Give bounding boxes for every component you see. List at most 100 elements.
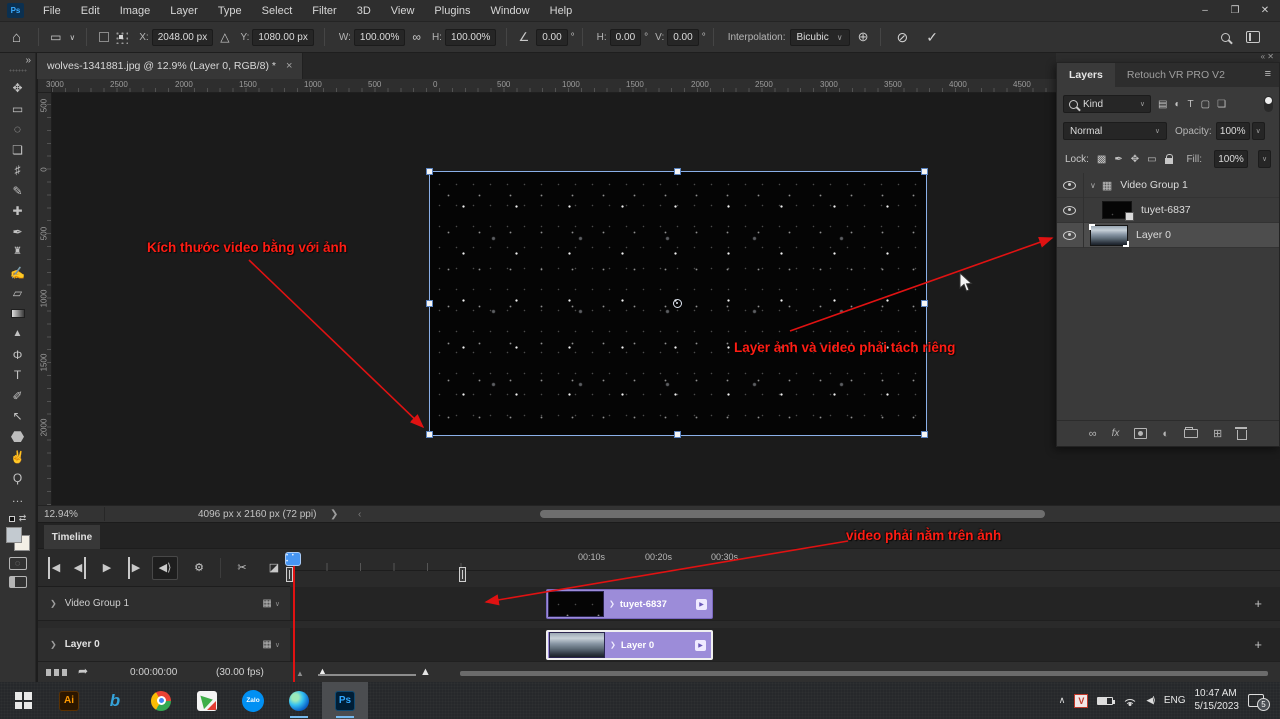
close-button[interactable]: ✕ <box>1250 0 1280 22</box>
toolbar-expand-icon[interactable]: » <box>25 55 31 66</box>
split-clip-scissors-icon[interactable]: ✂ <box>231 557 253 579</box>
menu-3d[interactable]: 3D <box>347 0 381 22</box>
timeline-tab[interactable]: Timeline <box>44 525 100 549</box>
add-media-button[interactable]: + <box>1254 596 1262 611</box>
track-header[interactable]: ❯ Video Group 1 ▦∨ <box>38 587 290 621</box>
collapse-panels-icon[interactable]: « <box>1261 52 1265 61</box>
filter-type-layers-icon[interactable]: T <box>1188 99 1194 110</box>
zoom-out-icon[interactable]: ▲ <box>296 669 304 678</box>
shape-tool[interactable] <box>5 427 31 448</box>
lock-artboard-icon[interactable]: ▭ <box>1147 154 1156 165</box>
mute-audio-button[interactable]: ◀⟩ <box>152 556 178 580</box>
opacity-value[interactable]: 100% <box>1216 122 1250 140</box>
clip-play-badge-icon[interactable]: ▶ <box>696 599 707 610</box>
eraser-tool[interactable]: ▱ <box>5 283 31 304</box>
rotation-field[interactable]: 0.00 <box>536 29 567 46</box>
next-frame-button[interactable]: ▶ <box>128 557 142 579</box>
menu-view[interactable]: View <box>381 0 425 22</box>
add-layer-mask-icon[interactable] <box>1134 428 1147 439</box>
close-panel-icon[interactable]: ✕ <box>1267 52 1274 61</box>
tab-retouch-vr-pro[interactable]: Retouch VR PRO V2 <box>1115 63 1237 87</box>
interpolation-select[interactable]: Bicubic∨ <box>790 29 850 46</box>
track-header[interactable]: ❯ Layer 0 ▦∨ <box>38 628 290 662</box>
transform-handle-bottom-left[interactable] <box>426 431 433 438</box>
tool-preset-caret-icon[interactable]: ∨ <box>69 33 75 42</box>
adjustment-layer-icon[interactable]: ◐ <box>1162 428 1169 440</box>
transform-handle-top-left[interactable] <box>426 168 433 175</box>
pen-tool[interactable]: ✐ <box>5 386 31 407</box>
width-field[interactable]: 100.00% <box>354 29 405 46</box>
menu-file[interactable]: File <box>33 0 71 22</box>
sharpen-tool[interactable]: ▲ <box>5 324 31 345</box>
fill-value[interactable]: 100% <box>1214 150 1248 168</box>
layer-thumbnail[interactable] <box>1090 225 1128 246</box>
path-selection-tool[interactable]: ↖ <box>5 406 31 427</box>
cancel-transform-button[interactable]: ⊘ <box>897 29 909 46</box>
chevron-right-icon[interactable]: ❯ <box>610 641 616 649</box>
previous-frame-button[interactable]: ◀ <box>72 557 86 579</box>
delete-layer-icon[interactable] <box>1237 430 1247 440</box>
clip-tuyet[interactable]: ❯ tuyet-6837 ▶ <box>546 589 713 619</box>
tab-layers[interactable]: Layers <box>1057 63 1115 87</box>
filter-shape-layers-icon[interactable]: ▢ <box>1201 99 1210 110</box>
layer-name[interactable]: Layer 0 <box>1136 229 1171 241</box>
wifi-icon[interactable] <box>1122 695 1137 706</box>
transform-handle-top-center[interactable] <box>674 168 681 175</box>
menu-help[interactable]: Help <box>540 0 583 22</box>
add-media-button[interactable]: + <box>1254 637 1262 652</box>
menu-image[interactable]: Image <box>110 0 161 22</box>
taskbar-photoshop[interactable]: Ps <box>322 682 368 719</box>
minimize-button[interactable]: – <box>1190 0 1220 22</box>
edit-toolbar-button[interactable]: … <box>5 488 31 509</box>
lock-transparency-icon[interactable]: ▩ <box>1097 154 1106 165</box>
workspace-switcher-icon[interactable] <box>1246 31 1260 43</box>
type-tool[interactable]: T <box>5 365 31 386</box>
x-position-field[interactable]: 2048.00 px <box>152 29 214 46</box>
start-button[interactable] <box>0 682 46 719</box>
relative-position-icon[interactable]: △ <box>220 30 229 44</box>
taskbar-edge[interactable] <box>276 682 322 719</box>
filter-toggle-switch[interactable] <box>1264 96 1273 112</box>
clock[interactable]: 10:47 AM 5/15/2023 <box>1195 688 1240 713</box>
frames-view-icon[interactable] <box>46 669 68 676</box>
link-dimensions-icon[interactable]: ∞ <box>412 30 421 44</box>
transform-handle-top-right[interactable] <box>921 168 928 175</box>
go-to-first-frame-button[interactable]: ◀ <box>48 557 62 579</box>
lock-all-icon[interactable] <box>1165 158 1173 164</box>
chevron-down-icon[interactable]: ∨ <box>1090 181 1096 190</box>
menu-filter[interactable]: Filter <box>302 0 346 22</box>
visibility-eye-icon[interactable] <box>1063 206 1076 215</box>
transform-handle-mid-left[interactable] <box>426 300 433 307</box>
commit-transform-button[interactable]: ✓ <box>926 29 938 46</box>
filter-pixel-layers-icon[interactable]: ▤ <box>1158 99 1167 110</box>
home-icon[interactable]: ⌂ <box>12 29 21 46</box>
default-swap-colors[interactable]: ⇄ <box>9 513 27 525</box>
clip-play-badge-icon[interactable]: ▶ <box>695 640 706 651</box>
layer-name[interactable]: Video Group 1 <box>1120 179 1188 191</box>
taskbar-zalo[interactable]: Zalo <box>230 682 276 719</box>
clip-layer-0[interactable]: ❯ Layer 0 ▶ <box>546 630 713 660</box>
render-export-icon[interactable]: ➦ <box>78 664 88 678</box>
brush-tool[interactable]: ✒ <box>5 222 31 243</box>
horizontal-scrollbar[interactable] <box>540 510 1045 518</box>
search-icon[interactable] <box>1221 33 1230 42</box>
transform-reference-point[interactable] <box>673 299 682 308</box>
menu-type[interactable]: Type <box>208 0 252 22</box>
transform-handle-bottom-center[interactable] <box>674 431 681 438</box>
menu-select[interactable]: Select <box>252 0 303 22</box>
move-tool[interactable]: ✥ <box>5 78 31 99</box>
h-skew-field[interactable]: 0.00 <box>610 29 641 46</box>
transition-button[interactable]: ◪ <box>263 557 285 579</box>
screen-mode-button[interactable] <box>9 576 27 588</box>
y-position-field[interactable]: 1080.00 px <box>252 29 314 46</box>
filter-kind-select[interactable]: Kind ∨ <box>1063 95 1151 113</box>
layer-name[interactable]: tuyet-6837 <box>1141 204 1191 216</box>
work-area-start-handle[interactable] <box>286 567 293 582</box>
new-group-icon[interactable] <box>1184 429 1198 438</box>
transform-handle-bottom-right[interactable] <box>921 431 928 438</box>
quick-mask-button[interactable]: ◌ <box>9 557 27 570</box>
timeline-settings-gear-icon[interactable]: ⚙ <box>188 557 210 579</box>
layer-effects-icon[interactable]: fx <box>1112 428 1120 439</box>
layer-row-video-group[interactable]: ∨ ▦ Video Group 1 <box>1057 173 1279 198</box>
hand-tool[interactable]: ✌ <box>5 447 31 468</box>
